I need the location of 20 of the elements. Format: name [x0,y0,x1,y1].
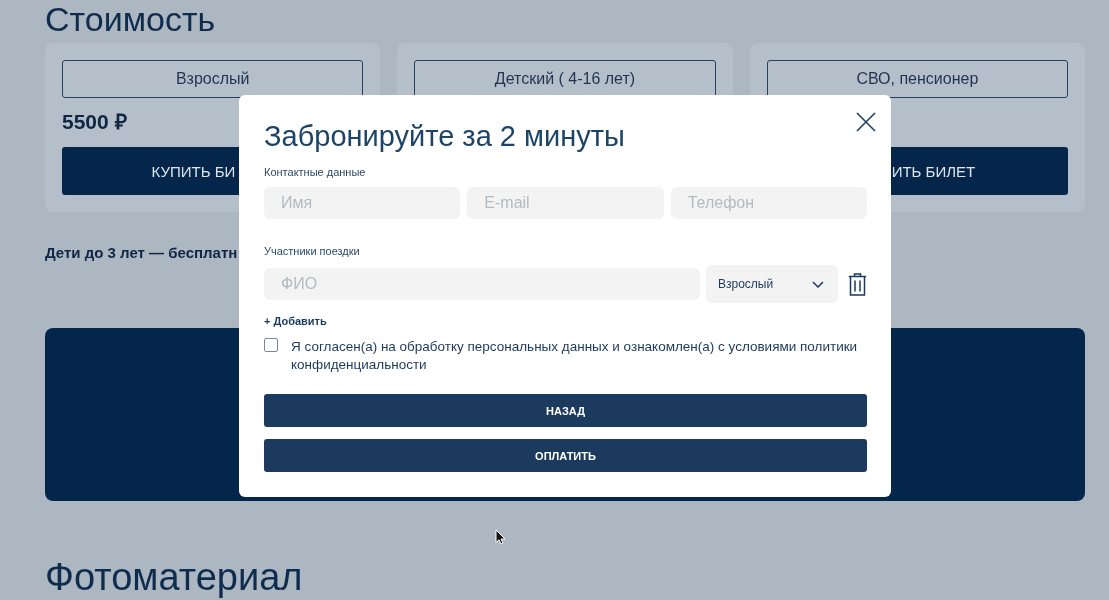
note-text: Дети до 3 лет — бесплатн [45,243,238,261]
dialog-button[interactable]: НАЗАД [264,394,867,427]
text-field[interactable]: ФИО [264,268,700,300]
close-icon[interactable] [856,112,876,132]
chevron-icon [812,280,824,288]
cursor-icon [495,529,505,545]
text-field[interactable]: Телефон [670,187,867,219]
trash-icon[interactable] [848,272,867,296]
section-heading: Фотоматериал [45,555,303,599]
field-label: Участники поездки [264,244,360,258]
text-field[interactable]: Имя [264,187,461,219]
field-label: Контактные данные [264,165,366,179]
consent-text: Я согласен(а) на обработку персональных данных и ознакомлен(а) с условиями политики конфиденциальности [291,338,859,374]
price-text: 5500 ₽ [62,110,127,134]
dialog-button[interactable]: ОПЛАТИТЬ [264,439,867,472]
checkbox[interactable] [264,338,278,352]
text-field[interactable]: E-mail [467,187,664,219]
section-heading: Стоимость [45,0,216,38]
add-link[interactable]: + Добавить [264,314,327,328]
category-select[interactable]: Взрослый [706,265,838,303]
